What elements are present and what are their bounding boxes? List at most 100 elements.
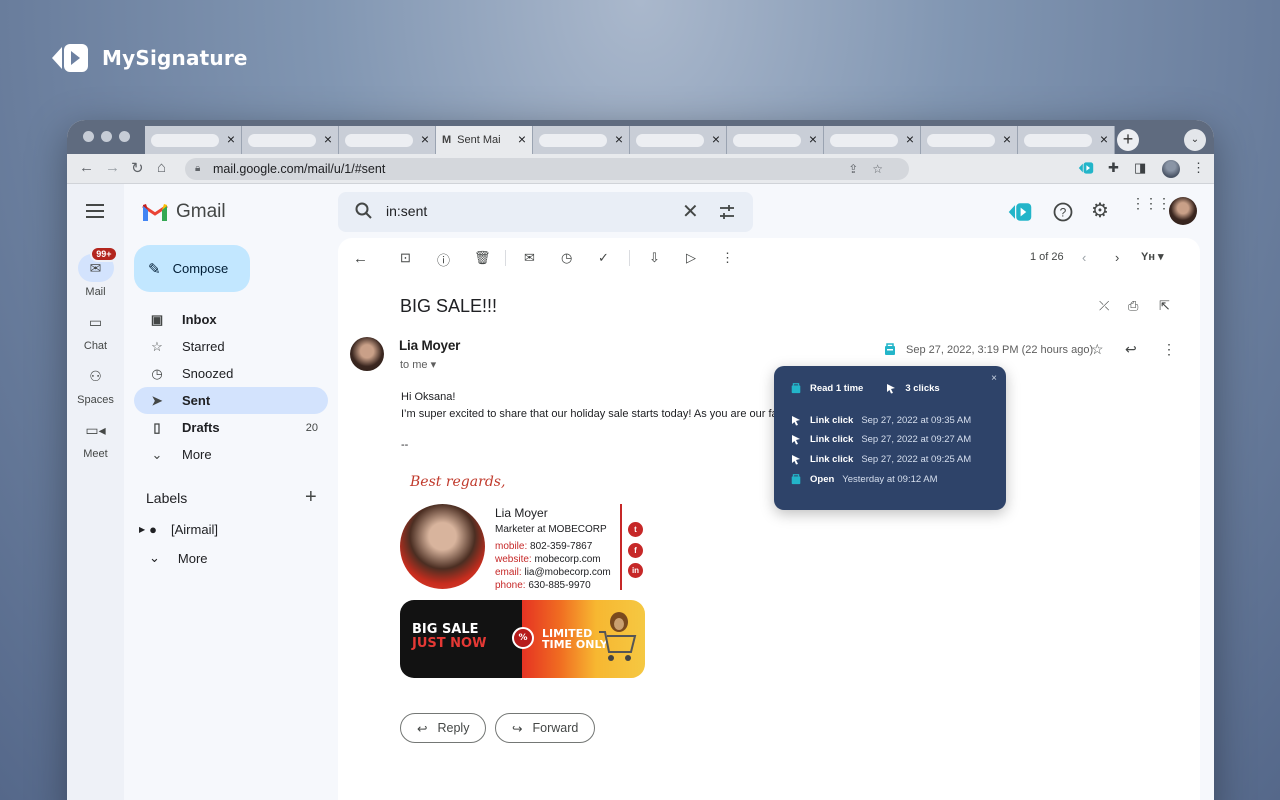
tab-close-icon[interactable]: × [421, 131, 429, 147]
star-icon[interactable]: ☆ [1091, 341, 1104, 358]
recipient-details[interactable]: to me ▾ [400, 358, 436, 371]
facebook-icon[interactable]: f [628, 543, 643, 558]
message-pane: ← ⊡ ⓘ 🗑︎ ✉ ◷ ✓ ⇩ ▷ ⋮ 1 of 26 ‹ › Yʜ ▾ BI… [338, 238, 1200, 800]
side-panel-icon[interactable]: ◨ [1134, 160, 1146, 176]
gmail-logo[interactable]: Gmail [142, 201, 226, 223]
field-value[interactable]: mobecorp.com [534, 554, 600, 565]
back-arrow-icon[interactable]: ← [79, 159, 94, 176]
browser-tab[interactable]: × [533, 126, 630, 154]
more-options-icon[interactable]: ⋮ [721, 250, 734, 266]
browser-menu-icon[interactable]: ⋮ [1192, 160, 1205, 176]
tab-close-icon[interactable]: × [227, 131, 235, 147]
browser-tab[interactable]: × [339, 126, 436, 154]
browser-tab[interactable]: × [824, 126, 921, 154]
back-to-list-icon[interactable]: ← [353, 250, 368, 267]
read-tracking-icon[interactable] [884, 342, 896, 356]
window-close-button[interactable] [83, 131, 94, 142]
print-icon[interactable]: ⎙ [1128, 298, 1138, 314]
linkedin-icon[interactable]: in [628, 563, 643, 578]
field-value[interactable]: 802-359-7867 [530, 541, 592, 552]
folder-sent[interactable]: ➤ Sent [134, 387, 328, 414]
tab-close-icon[interactable]: × [1003, 131, 1011, 147]
browser-tab[interactable]: × [727, 126, 824, 154]
profile-avatar[interactable] [1162, 160, 1180, 178]
twitter-icon[interactable]: t [628, 522, 643, 537]
account-avatar[interactable] [1169, 197, 1197, 225]
help-icon[interactable]: ? [1053, 202, 1073, 222]
folder-inbox[interactable]: ▣ Inbox [134, 306, 328, 333]
reload-icon[interactable]: ↻ [131, 159, 144, 177]
field-value[interactable]: 630-885-9970 [528, 580, 590, 591]
older-chevron-icon[interactable]: › [1115, 250, 1119, 265]
input-tools-icon[interactable]: Yʜ ▾ [1141, 250, 1164, 263]
reply-icon[interactable]: ↩ [1125, 341, 1137, 358]
archive-icon[interactable]: ⊡ [400, 250, 411, 266]
search-input[interactable]: in:sent [386, 203, 427, 219]
signature-sale-banner[interactable]: BIG SALE JUST NOW % LIMITED TIME ONLY [400, 600, 645, 678]
search-icon[interactable] [354, 201, 374, 221]
compose-button[interactable]: ✎ Compose [134, 245, 250, 292]
folder-drafts[interactable]: ▯ Drafts 20 [134, 414, 328, 441]
folder-snoozed[interactable]: ◷ Snoozed [134, 360, 328, 387]
collapse-all-icon[interactable]: ⤫ [1099, 298, 1109, 314]
sender-name[interactable]: Lia Moyer [399, 338, 460, 353]
search-bar[interactable]: in:sent ✕ [338, 192, 753, 232]
mysignature-extension-icon[interactable] [1078, 161, 1094, 175]
close-icon[interactable]: × [991, 373, 997, 384]
browser-tab[interactable]: × [630, 126, 727, 154]
url-field[interactable]: 🔒︎ mail.google.com/mail/u/1/#sent ⇪☆ [185, 158, 909, 180]
share-bookmark-icons[interactable]: ⇪☆ [848, 158, 897, 180]
tab-close-icon[interactable]: × [324, 131, 332, 147]
label-airmail[interactable]: ▶ ● [Airmail] [139, 522, 218, 537]
settings-gear-icon[interactable]: ⚙ [1091, 198, 1109, 223]
home-icon[interactable]: ⌂ [157, 159, 166, 176]
clear-search-icon[interactable]: ✕ [682, 199, 699, 224]
forward-arrow-icon[interactable]: → [105, 159, 120, 176]
rail-item-meet[interactable]: ▭◂ Meet [67, 416, 124, 461]
search-options-icon[interactable] [719, 204, 735, 220]
rail-label: Mail [85, 286, 106, 298]
delete-icon[interactable]: 🗑︎ [474, 250, 491, 266]
sender-avatar[interactable] [350, 337, 384, 371]
tab-close-icon[interactable]: × [518, 131, 526, 147]
mysignature-icon[interactable] [1007, 202, 1033, 222]
reply-button[interactable]: ↩ Reply [400, 713, 487, 743]
folder-starred[interactable]: ☆ Starred [134, 333, 328, 360]
tab-search-button[interactable]: ⌄ [1184, 129, 1206, 151]
folder-more[interactable]: ⌄ More [134, 441, 328, 468]
window-minimize-button[interactable] [101, 131, 112, 142]
forward-button[interactable]: ↪ Forward [495, 713, 596, 743]
move-to-icon[interactable]: ⇩ [649, 250, 660, 266]
label-more[interactable]: ⌄ More [149, 550, 208, 566]
browser-tab-active[interactable]: M Sent Mai × [436, 126, 533, 154]
more-vert-icon[interactable]: ⋮ [1162, 341, 1176, 358]
browser-tab[interactable]: × [1018, 126, 1115, 154]
add-to-tasks-icon[interactable]: ✓ [598, 250, 609, 266]
main-menu-icon[interactable] [86, 204, 104, 222]
snooze-icon[interactable]: ◷ [561, 250, 572, 266]
report-spam-icon[interactable]: ⓘ [437, 250, 450, 269]
add-label-icon[interactable]: + [305, 486, 317, 509]
extensions-puzzle-icon[interactable]: ✚ [1108, 160, 1119, 176]
field-value[interactable]: lia@mobecorp.com [524, 567, 610, 578]
new-tab-button[interactable]: + [1117, 129, 1139, 151]
tab-close-icon[interactable]: × [615, 131, 623, 147]
apps-grid-icon[interactable]: ⋮⋮⋮ [1131, 196, 1171, 210]
browser-tab[interactable]: × [242, 126, 339, 154]
tab-close-icon[interactable]: × [809, 131, 817, 147]
mark-unread-icon[interactable]: ✉ [524, 250, 535, 266]
label-icon[interactable]: ▷ [686, 250, 696, 266]
expand-arrow-icon[interactable]: ▶ [139, 525, 145, 534]
shopping-cart-dog-icon [599, 612, 637, 661]
browser-tab[interactable]: × [145, 126, 242, 154]
window-zoom-button[interactable] [119, 131, 130, 142]
tab-close-icon[interactable]: × [906, 131, 914, 147]
tab-close-icon[interactable]: × [1100, 131, 1108, 147]
rail-item-chat[interactable]: ▭ Chat [67, 308, 124, 353]
browser-tab[interactable]: × [921, 126, 1018, 154]
open-new-window-icon[interactable]: ⇱ [1159, 298, 1170, 314]
tab-close-icon[interactable]: × [712, 131, 720, 147]
rail-item-spaces[interactable]: ⚇ Spaces [67, 362, 124, 407]
rail-item-mail[interactable]: ✉ 99+ Mail [67, 246, 124, 298]
newer-chevron-icon[interactable]: ‹ [1082, 250, 1086, 265]
